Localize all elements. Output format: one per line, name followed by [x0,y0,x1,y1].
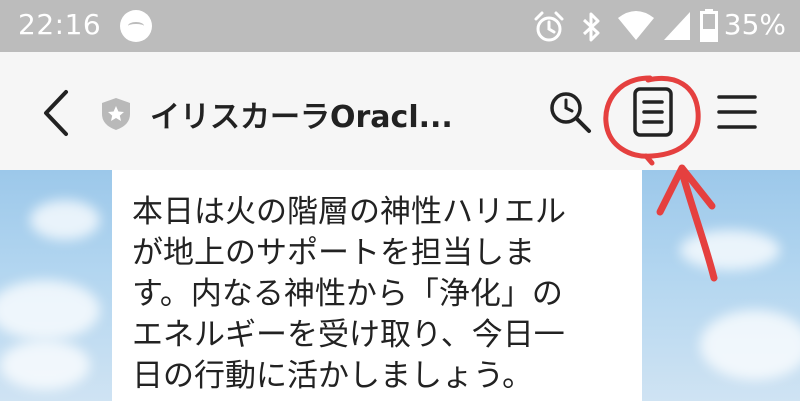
shield-icon [102,98,130,130]
alarm-icon [534,11,564,42]
chat-header: イリスカーラOracl... [0,52,800,170]
search-icon[interactable] [546,88,594,136]
cloud [0,280,100,340]
status-time: 22:16 [18,8,102,41]
app-notification-icon [120,10,152,42]
menu-icon[interactable] [716,92,758,132]
battery-percent: 35% [723,8,786,41]
wifi-icon [618,11,654,40]
signal-icon [664,12,690,40]
bluetooth-icon [582,12,600,42]
message-bubble: 本日は火の階層の神性ハリエル が地上のサポートを担当しま す。内なる神性から「浄… [112,170,642,401]
cloud [700,310,800,380]
cloud [0,340,90,390]
message-text: 本日は火の階層の神性ハリエル が地上のサポートを担当しま す。内なる神性から「浄… [132,194,566,394]
cloud [30,200,100,240]
battery-icon [700,9,718,42]
status-bar: 22:16 35% [0,0,800,52]
back-arrow-icon[interactable] [36,88,76,138]
cloud [680,230,780,270]
notes-icon[interactable] [632,86,674,138]
chat-title: イリスカーラOracl... [150,100,453,135]
